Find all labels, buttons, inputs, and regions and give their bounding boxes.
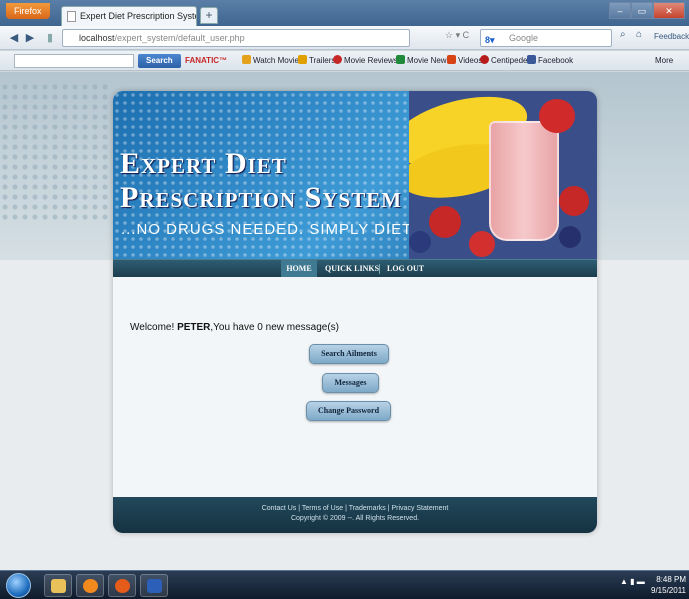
site-tagline: ...NO DRUGS NEEDED. SIMPLY DIET [121, 221, 413, 238]
footer-copyright: Copyright © 2009 --. All Rights Reserved… [290, 515, 420, 522]
windows-taskbar: ▲ ▮ ▬ 8:48 PM 9/15/2011 [0, 570, 689, 599]
toolbar-item-label: Centipede [491, 56, 528, 65]
media-player-icon [83, 579, 98, 593]
menu-divider [379, 264, 380, 274]
site-title-line2: Prescription System [120, 181, 403, 214]
search-toolbar: Search FANATIC™ Watch Movies Trailers Mo… [0, 51, 689, 71]
site-menu: HOME QUICK LINKS LOG OUT [113, 259, 597, 278]
system-tray-icons[interactable]: ▲ ▮ ▬ [620, 577, 645, 586]
toolbar-more[interactable]: More [655, 54, 673, 68]
facebook-icon [527, 55, 536, 64]
site-footer: Contact Us | Terms of Use | Trademarks |… [113, 497, 597, 533]
home-icon[interactable]: ⌂ [636, 29, 642, 40]
search-icon[interactable]: ⌕ [620, 29, 626, 40]
strawberry-shape [429, 206, 461, 238]
menu-log-out[interactable]: LOG OUT [387, 260, 424, 278]
tomato-icon [333, 55, 342, 64]
toolbar-item-watch-movies[interactable]: Watch Movies [242, 54, 303, 68]
clock-time: 8:48 PM [656, 575, 686, 584]
taskbar-firefox[interactable] [108, 574, 136, 597]
site-title-line1: Expert Diet [120, 147, 287, 180]
menu-quick-links[interactable]: QUICK LINKS [325, 260, 379, 278]
footer-links[interactable]: Contact Us | Terms of Use | Trademarks |… [113, 505, 597, 512]
toolbar-more-label: More [655, 56, 674, 65]
news-icon [396, 55, 405, 64]
toolbar-item-label: Watch Movies [253, 56, 303, 65]
new-tab-button[interactable]: + [200, 7, 218, 24]
page-background-pattern [0, 82, 110, 222]
taskbar-explorer[interactable] [44, 574, 72, 597]
toolbar-item-centipede[interactable]: Centipede [480, 54, 527, 68]
start-button-icon[interactable] [6, 573, 31, 598]
toolbar-item-videos[interactable]: Videos [447, 54, 482, 68]
menu-home[interactable]: HOME [281, 260, 317, 278]
strawberry-shape [559, 186, 589, 216]
toolbar-item-label: FANATIC™ [185, 56, 228, 65]
toolbar-search-input[interactable] [14, 54, 134, 68]
url-path: /expert_system/default_user.php [114, 33, 245, 43]
centipede-icon [480, 55, 489, 64]
taskbar-clock[interactable]: 8:48 PM 9/15/2011 [646, 574, 686, 596]
taskbar-media-player[interactable] [76, 574, 104, 597]
film-icon [242, 55, 251, 64]
page-viewport: Expert Diet Prescription System ...NO DR… [0, 72, 689, 570]
smoothie-glass [489, 121, 559, 241]
trailer-icon [298, 55, 307, 64]
search-ailments-button[interactable]: Search Ailments [309, 344, 389, 364]
welcome-prefix: Welcome! [130, 322, 178, 333]
firefox-menu-button[interactable]: Firefox [6, 3, 50, 19]
toolbar-item-label: Facebook [538, 56, 574, 65]
blueberry-shape [409, 231, 431, 253]
change-password-button[interactable]: Change Password [306, 401, 391, 421]
close-icon[interactable]: ✕ [653, 2, 685, 19]
clock-date: 9/15/2011 [651, 586, 686, 595]
toolbar-item-label: Videos [458, 56, 483, 65]
toolbar-item-movie-reviews[interactable]: Movie Reviews [333, 54, 398, 68]
youtube-icon [447, 55, 456, 64]
url-bar[interactable]: localhost/expert_system/default_user.php [62, 29, 410, 47]
minimize-icon[interactable]: – [609, 2, 631, 19]
toolbar-item-label: Movie News [407, 56, 451, 65]
toolbar-item-label: Movie Reviews [344, 56, 398, 65]
smoothie-photo [409, 91, 597, 259]
strawberry-shape [469, 231, 495, 257]
maximize-icon[interactable]: ▭ [631, 2, 653, 19]
toolbar-item-fanatic[interactable]: FANATIC™ [185, 54, 227, 68]
message-count-text: ,You have 0 new message(s) [210, 322, 339, 333]
bookmark-star-icon[interactable]: ☆ ▾ C [445, 30, 469, 41]
navigation-bar: ◀ ▶ ▮ localhost/expert_system/default_us… [0, 26, 689, 50]
firefox-icon [115, 579, 130, 593]
feedback-button[interactable]: Feedback [654, 32, 689, 41]
strawberry-shape [539, 99, 575, 133]
feedback-label: Feedback [654, 32, 689, 41]
main-content: Welcome! PETER,You have 0 new message(s)… [113, 277, 597, 497]
toolbar-item-trailers[interactable]: Trailers [298, 54, 335, 68]
toolbar-item-movie-news[interactable]: Movie News [396, 54, 451, 68]
folder-icon [51, 579, 66, 593]
page-info-icon[interactable]: ▮ [44, 29, 56, 47]
messages-button[interactable]: Messages [322, 373, 379, 393]
page-icon [67, 11, 76, 22]
search-engine-label: Google [509, 33, 539, 43]
taskbar-word[interactable] [140, 574, 168, 597]
username: PETER [177, 322, 211, 333]
site-banner: Expert Diet Prescription System ...NO DR… [113, 91, 597, 259]
browser-tab[interactable]: Expert Diet Prescription System [61, 6, 197, 26]
toolbar-search-button[interactable]: Search [138, 54, 181, 68]
back-icon[interactable]: ◀ [6, 29, 22, 47]
tab-title: Expert Diet Prescription System [80, 11, 197, 21]
toolbar-item-facebook[interactable]: Facebook [527, 54, 573, 68]
word-icon [147, 579, 162, 593]
url-host: localhost [79, 33, 115, 43]
window-controls: – ▭ ✕ [609, 2, 685, 19]
welcome-message: Welcome! PETER,You have 0 new message(s) [130, 322, 339, 333]
toolbar-item-label: Trailers [309, 56, 336, 65]
google-icon: 8▾ [485, 35, 495, 45]
blueberry-shape [559, 226, 581, 248]
search-box[interactable]: 8▾ Google [480, 29, 612, 47]
site-container: Expert Diet Prescription System ...NO DR… [113, 91, 597, 533]
browser-titlebar: Firefox Expert Diet Prescription System … [0, 0, 689, 26]
forward-icon[interactable]: ▶ [24, 29, 36, 47]
